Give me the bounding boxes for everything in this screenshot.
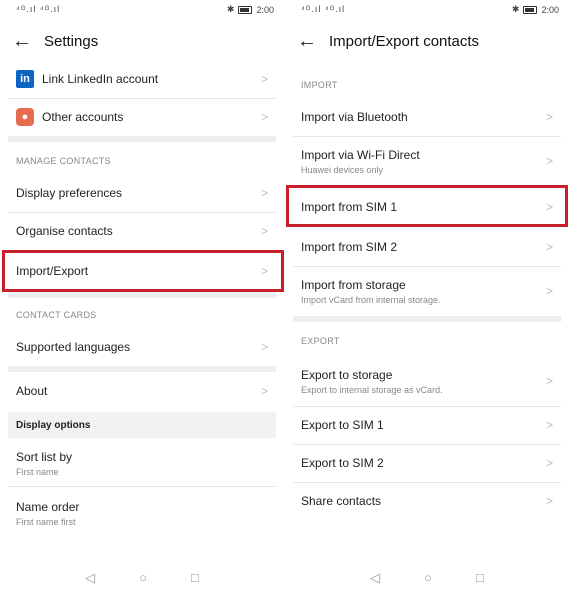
row-label: Organise contacts — [16, 224, 113, 238]
clock: 2:00 — [541, 4, 559, 15]
row-label: Export to storage — [301, 367, 393, 382]
import-export-screen: ⁴ᴳ.ıl ⁴ᴳ.ıl ✱ 2:00 ← Import/Export conta… — [285, 0, 569, 600]
clock: 2:00 — [256, 4, 274, 15]
nav-bar: ◁ ○ □ — [285, 570, 569, 586]
export-to-sim-1[interactable]: Export to SIM 1 > — [293, 406, 561, 445]
page-title: Import/Export contacts — [329, 32, 480, 50]
name-order[interactable]: Name order First name first — [8, 490, 276, 536]
nav-bar: ◁ ○ □ — [0, 570, 284, 586]
chevron-right-icon: > — [260, 72, 268, 86]
section-divider — [293, 316, 561, 322]
import-via-bluetooth[interactable]: Import via Bluetooth > — [293, 98, 561, 137]
row-label: Import via Bluetooth — [301, 110, 408, 124]
row-label: Name order — [16, 499, 80, 514]
row-sub: First name — [16, 466, 59, 477]
chevron-right-icon: > — [260, 340, 268, 354]
status-bar: ⁴ᴳ.ıl ⁴ᴳ.ıl ✱ 2:00 — [0, 0, 284, 18]
chevron-right-icon: > — [545, 110, 553, 124]
row-label: Share contacts — [301, 494, 382, 508]
row-label: Import from storage — [301, 277, 406, 292]
display-options-header: Display options — [8, 412, 276, 438]
chevron-right-icon: > — [545, 240, 553, 254]
linkedin-icon: in — [16, 70, 34, 88]
section-contact-cards: CONTACT CARDS — [16, 310, 97, 320]
row-sub: Export to internal storage as vCard. — [301, 384, 443, 395]
import-via-wifi-direct[interactable]: Import via Wi-Fi Direct Huawei devices o… — [293, 136, 561, 187]
settings-screen: ⁴ᴳ.ıl ⁴ᴳ.ıl ✱ 2:00 ← Settings in Link Li… — [0, 0, 284, 600]
bluetooth-icon: ✱ — [226, 4, 235, 14]
row-sub: Huawei devices only — [301, 164, 384, 175]
section-export: EXPORT — [301, 336, 340, 346]
recents-nav-icon[interactable]: □ — [191, 570, 199, 586]
row-label: Display preferences — [16, 186, 123, 200]
row-label: Link LinkedIn account — [42, 72, 159, 86]
section-manage-contacts: MANAGE CONTACTS — [16, 156, 111, 166]
home-nav-icon[interactable]: ○ — [139, 570, 147, 586]
back-arrow-icon[interactable]: ← — [297, 31, 317, 51]
back-arrow-icon[interactable]: ← — [12, 31, 32, 51]
section-import: IMPORT — [301, 80, 338, 90]
row-label: Export to SIM 1 — [301, 418, 384, 432]
bluetooth-icon: ✱ — [511, 4, 520, 14]
row-label: Other accounts — [42, 110, 124, 124]
export-to-storage[interactable]: Export to storage Export to internal sto… — [293, 356, 561, 407]
import-from-storage[interactable]: Import from storage Import vCard from in… — [293, 266, 561, 316]
highlight-box — [286, 185, 568, 227]
recents-nav-icon[interactable]: □ — [476, 570, 484, 586]
chevron-right-icon: > — [545, 456, 553, 470]
chevron-right-icon: > — [545, 374, 553, 388]
chevron-right-icon: > — [545, 418, 553, 432]
chevron-right-icon: > — [545, 284, 553, 298]
row-label: Supported languages — [16, 340, 131, 354]
section-divider — [8, 136, 276, 142]
battery-icon — [238, 5, 253, 14]
battery-icon — [523, 5, 538, 14]
link-linkedin-account[interactable]: in Link LinkedIn account > — [8, 60, 276, 99]
about[interactable]: About > — [8, 372, 276, 410]
chevron-right-icon: > — [260, 186, 268, 200]
highlight-box — [2, 250, 284, 292]
import-export-header: ← Import/Export contacts — [285, 25, 569, 57]
sort-list-by[interactable]: Sort list by First name — [8, 440, 276, 487]
row-label: Import from SIM 2 — [301, 240, 398, 254]
supported-languages[interactable]: Supported languages > — [8, 328, 276, 366]
chevron-right-icon: > — [545, 154, 553, 168]
share-contacts[interactable]: Share contacts > — [293, 482, 561, 520]
page-title: Settings — [44, 32, 99, 50]
row-label: Import via Wi-Fi Direct — [301, 147, 420, 162]
settings-header: ← Settings — [0, 25, 284, 57]
import-from-sim-2[interactable]: Import from SIM 2 > — [293, 228, 561, 267]
chevron-right-icon: > — [545, 494, 553, 508]
status-bar: ⁴ᴳ.ıl ⁴ᴳ.ıl ✱ 2:00 — [285, 0, 569, 18]
row-sub: Import vCard from internal storage. — [301, 294, 441, 305]
back-nav-icon[interactable]: ◁ — [85, 570, 95, 586]
section-divider — [8, 292, 276, 298]
back-nav-icon[interactable]: ◁ — [370, 570, 380, 586]
row-label: Export to SIM 2 — [301, 456, 384, 470]
accounts-icon: ● — [16, 108, 34, 126]
display-preferences[interactable]: Display preferences > — [8, 174, 276, 213]
row-sub: First name first — [16, 516, 76, 527]
display-options-label: Display options — [16, 419, 91, 431]
chevron-right-icon: > — [260, 110, 268, 124]
chevron-right-icon: > — [260, 384, 268, 398]
organise-contacts[interactable]: Organise contacts > — [8, 212, 276, 251]
chevron-right-icon: > — [260, 224, 268, 238]
row-label: Sort list by — [16, 449, 73, 464]
home-nav-icon[interactable]: ○ — [424, 570, 432, 586]
signal-icon: ⁴ᴳ.ıl ⁴ᴳ.ıl — [16, 4, 61, 14]
row-label: About — [16, 384, 48, 398]
export-to-sim-2[interactable]: Export to SIM 2 > — [293, 444, 561, 483]
other-accounts[interactable]: ● Other accounts > — [8, 98, 276, 136]
signal-icon: ⁴ᴳ.ıl ⁴ᴳ.ıl — [301, 4, 346, 14]
